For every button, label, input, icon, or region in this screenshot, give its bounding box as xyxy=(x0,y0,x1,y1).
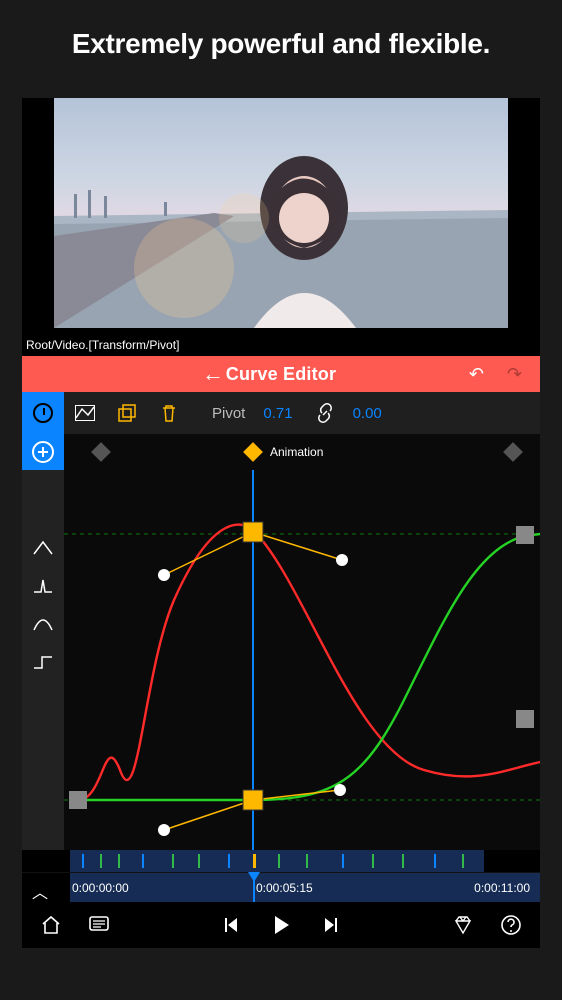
home-icon[interactable] xyxy=(40,914,62,936)
link-value[interactable]: 0.00 xyxy=(353,405,382,422)
property-value[interactable]: 0.71 xyxy=(263,405,292,422)
graph-mode-button[interactable] xyxy=(64,405,106,421)
sharp-peak-preset[interactable] xyxy=(32,578,54,594)
current-keyframe-marker[interactable] xyxy=(243,442,263,462)
page-headline: Extremely powerful and flexible. xyxy=(0,0,562,80)
header-title: Curve Editor xyxy=(226,364,336,385)
timecode-playhead: 0:00:05:15 xyxy=(256,881,313,895)
diamond-premium-icon[interactable] xyxy=(452,914,474,936)
add-keyframe-button[interactable] xyxy=(22,434,64,470)
curve-preset-rail xyxy=(22,470,64,850)
timecode-end: 0:00:11:00 xyxy=(474,881,530,895)
bottom-bar xyxy=(22,902,540,948)
help-icon[interactable] xyxy=(500,914,522,936)
expand-timeline-icon[interactable]: ︿ xyxy=(32,879,48,903)
copy-button[interactable] xyxy=(106,404,148,422)
property-label: Pivot xyxy=(212,405,245,422)
next-keyframe-button[interactable] xyxy=(503,442,523,462)
trash-icon xyxy=(161,404,177,422)
delete-button[interactable] xyxy=(148,404,190,422)
mini-timeline[interactable]: /* ticks drawn inline below via static s… xyxy=(22,850,540,872)
toolbar: Pivot 0.71 0.00 xyxy=(22,392,540,434)
curve-graph xyxy=(64,470,540,850)
bell-preset[interactable] xyxy=(32,616,54,632)
comment-icon[interactable] xyxy=(88,914,110,936)
timeline[interactable]: ︿ 0:00:00:00 0:00:05:15 0:00:11:00 xyxy=(22,872,540,906)
prev-keyframe-button[interactable] xyxy=(91,442,111,462)
animation-label: Animation xyxy=(270,445,323,459)
play-icon[interactable] xyxy=(269,913,293,937)
video-preview[interactable] xyxy=(54,98,508,328)
graph-icon xyxy=(75,405,95,421)
step-back-icon[interactable] xyxy=(223,915,243,935)
back-arrow-icon[interactable]: ← xyxy=(202,361,224,387)
step-forward-icon[interactable] xyxy=(319,915,339,935)
timer-button[interactable] xyxy=(22,392,64,434)
undo-icon[interactable]: ↶ xyxy=(469,364,484,385)
redo-icon[interactable]: ↷ xyxy=(507,364,522,385)
curve-editor-header: ← Curve Editor ↶ ↷ xyxy=(22,356,540,392)
plus-circle-icon xyxy=(32,441,54,463)
curve-editor-area xyxy=(22,470,540,850)
link-icon[interactable] xyxy=(315,403,335,423)
curve-canvas[interactable] xyxy=(64,470,540,850)
stopwatch-icon xyxy=(33,403,53,423)
app-window: Root/Video.[Transform/Pivot] ← Curve Edi… xyxy=(22,98,540,948)
timecode-start: 0:00:00:00 xyxy=(72,881,129,895)
linear-peak-preset[interactable] xyxy=(32,540,54,556)
step-preset[interactable] xyxy=(32,654,54,670)
copy-icon xyxy=(118,404,136,422)
keyframe-row: Animation xyxy=(22,434,540,470)
preview-image xyxy=(54,98,508,328)
breadcrumb: Root/Video.[Transform/Pivot] xyxy=(22,328,540,356)
